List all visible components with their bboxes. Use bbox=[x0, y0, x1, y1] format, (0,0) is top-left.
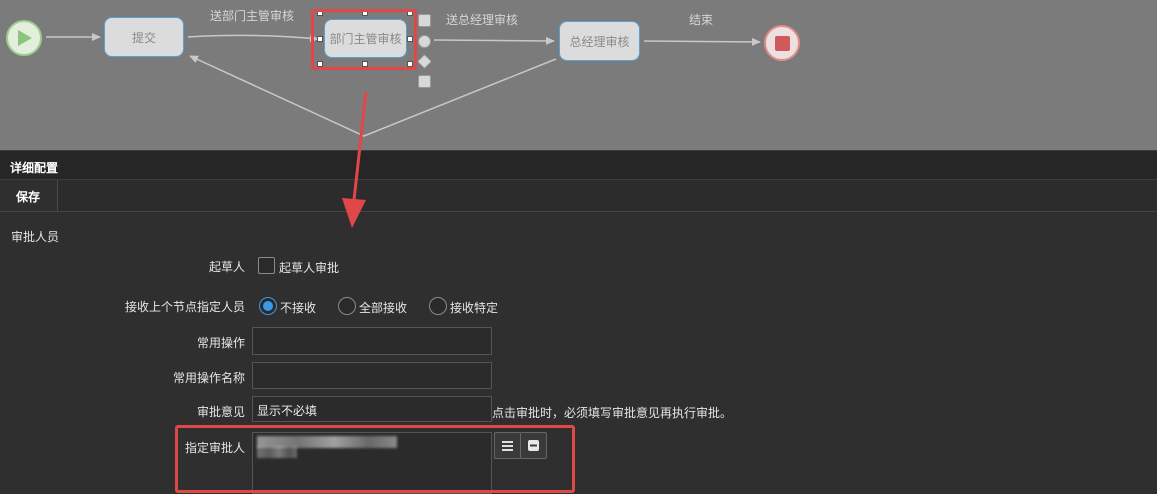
approval-opinion-label: 审批意见 bbox=[197, 405, 246, 419]
play-icon bbox=[18, 30, 32, 46]
node-submit-label: 提交 bbox=[131, 30, 156, 45]
connector-gm-end bbox=[643, 37, 761, 46]
radio-not-receive[interactable] bbox=[259, 297, 277, 315]
common-action-name-label: 常用操作名称 bbox=[173, 371, 246, 385]
radio-receive-specific-label[interactable]: 接收特定 bbox=[450, 299, 498, 316]
start-event[interactable] bbox=[6, 20, 42, 56]
node-tool-connect-icon[interactable] bbox=[418, 75, 431, 88]
section-title-approvers: 审批人员 bbox=[11, 230, 60, 244]
save-button[interactable]: 保存 bbox=[0, 180, 58, 211]
drafter-label: 起草人 bbox=[209, 260, 246, 274]
receive-prev-label: 接收上个节点指定人员 bbox=[125, 300, 246, 314]
flow-canvas[interactable]: 提交 送部门主管审核 部门主管审核 送总经理审核 总经理审核 结束 bbox=[0, 0, 1157, 150]
connector-submit-dept bbox=[187, 34, 319, 43]
edge-label-to-general-manager: 送总经理审核 bbox=[446, 13, 519, 27]
common-action-label: 常用操作 bbox=[197, 336, 246, 350]
edge-label-end: 结束 bbox=[689, 13, 714, 27]
edge-label-to-dept-manager: 送部门主管审核 bbox=[210, 9, 295, 23]
highlight-assigned-approver bbox=[175, 425, 575, 493]
radio-not-receive-label[interactable]: 不接收 bbox=[280, 299, 316, 316]
approval-opinion-hint: 点击审批时，必须填写审批意见再执行审批。 bbox=[492, 406, 733, 420]
drafter-approve-checkbox[interactable] bbox=[258, 257, 275, 274]
node-tool-task-icon[interactable] bbox=[418, 14, 431, 27]
highlight-selected-node bbox=[311, 9, 417, 70]
node-general-manager-label: 总经理审核 bbox=[569, 34, 630, 49]
drafter-approve-checkbox-label[interactable]: 起草人审批 bbox=[279, 259, 339, 276]
radio-receive-all[interactable] bbox=[338, 297, 356, 315]
common-action-name-input[interactable] bbox=[252, 362, 492, 389]
approval-opinion-select[interactable]: 显示不必填 bbox=[252, 396, 492, 422]
node-tool-event-icon[interactable] bbox=[418, 35, 431, 48]
connector-dept-gm bbox=[433, 36, 555, 45]
radio-receive-specific[interactable] bbox=[429, 297, 447, 315]
node-submit[interactable]: 提交 bbox=[104, 17, 184, 57]
panel-toolbar: 保存 bbox=[0, 180, 1157, 212]
common-action-input[interactable] bbox=[252, 327, 492, 355]
end-event[interactable] bbox=[764, 25, 800, 61]
radio-receive-all-label[interactable]: 全部接收 bbox=[359, 299, 407, 316]
panel-header: 详细配置 bbox=[0, 150, 1157, 180]
node-general-manager[interactable]: 总经理审核 bbox=[559, 21, 640, 61]
stop-icon bbox=[775, 36, 790, 51]
